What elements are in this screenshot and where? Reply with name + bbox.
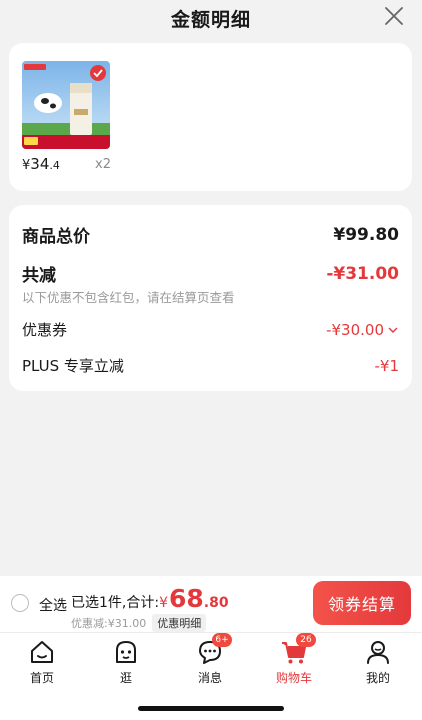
plus-discount-label: PLUS 专享立减 <box>22 357 124 375</box>
page-title: 金额明细 <box>170 8 251 31</box>
discount-subline: 优惠减:¥31.00 优惠明细 <box>71 614 207 632</box>
total-price-label: 商品总价 <box>22 227 90 247</box>
total-reduce-row: 共减 -¥31.00 <box>22 261 399 287</box>
browse-icon <box>111 637 141 667</box>
chevron-down-icon <box>388 327 398 333</box>
tab-label: 消息 <box>197 671 222 685</box>
discount-amount-text: 优惠减:¥31.00 <box>71 617 147 630</box>
close-button[interactable] <box>382 4 406 28</box>
total-price-row: 商品总价 ¥99.80 <box>22 222 399 248</box>
total-reduce-value: -¥31.00 <box>326 263 399 284</box>
product-card: ¥34.4 x2 <box>9 43 412 191</box>
product-image[interactable] <box>22 61 110 149</box>
tab-label: 购物车 <box>275 671 312 685</box>
coupon-value-wrap: -¥30.00 <box>326 321 399 339</box>
amount-detail-card: 商品总价 ¥99.80 共减 -¥31.00 以下优惠不包含红包，请在结算页查看… <box>9 205 412 391</box>
tab-label: 首页 <box>29 671 54 685</box>
select-all-radio[interactable] <box>11 594 29 612</box>
total-price-value: ¥99.80 <box>333 224 399 245</box>
message-icon: 6+ <box>195 633 232 667</box>
profile-icon <box>363 637 393 667</box>
coupon-value: -¥30.00 <box>326 320 384 339</box>
discount-note: 以下优惠不包含红包，请在结算页查看 <box>22 290 235 305</box>
checkout-bar: 全选 已选1件,合计: ¥68.80 优惠减:¥31.00 优惠明细 领券结算 <box>0 576 422 632</box>
cart-icon: 26 <box>279 633 316 667</box>
checkout-total: ¥68.80 <box>159 584 229 613</box>
item-price: ¥34.4 <box>22 155 60 173</box>
item-quantity: x2 <box>95 157 111 172</box>
discount-detail-button[interactable]: 优惠明细 <box>152 614 207 632</box>
checkout-button[interactable]: 领券结算 <box>313 581 411 625</box>
close-icon <box>385 7 403 25</box>
coupon-row[interactable]: 优惠券 -¥30.00 <box>22 319 399 340</box>
checkout-summary: 已选1件,合计: ¥68.80 <box>71 584 229 613</box>
tab-label: 我的 <box>365 671 390 685</box>
tab-home[interactable]: 首页 <box>12 637 72 686</box>
tab-label: 逛 <box>119 671 132 685</box>
plus-discount-row: PLUS 专享立减 -¥1 <box>22 355 399 376</box>
message-badge: 6+ <box>212 633 232 647</box>
tab-browse[interactable]: 逛 <box>96 637 156 686</box>
coupon-label: 优惠券 <box>22 321 68 339</box>
tab-messages[interactable]: 6+ 消息 <box>180 633 240 686</box>
cart-badge: 26 <box>296 633 316 647</box>
tab-profile[interactable]: 我的 <box>348 637 408 686</box>
product-thumbnail-image <box>22 61 110 149</box>
modal-header: 金额明细 <box>0 0 422 36</box>
home-indicator <box>138 706 284 711</box>
plus-discount-value: -¥1 <box>374 356 400 375</box>
total-reduce-label: 共减 <box>22 266 56 286</box>
tab-cart[interactable]: 26 购物车 <box>264 633 324 686</box>
select-all-label[interactable]: 全选 <box>39 595 67 615</box>
selected-count-text: 已选1件,合计: <box>71 595 160 611</box>
home-icon <box>27 637 57 667</box>
